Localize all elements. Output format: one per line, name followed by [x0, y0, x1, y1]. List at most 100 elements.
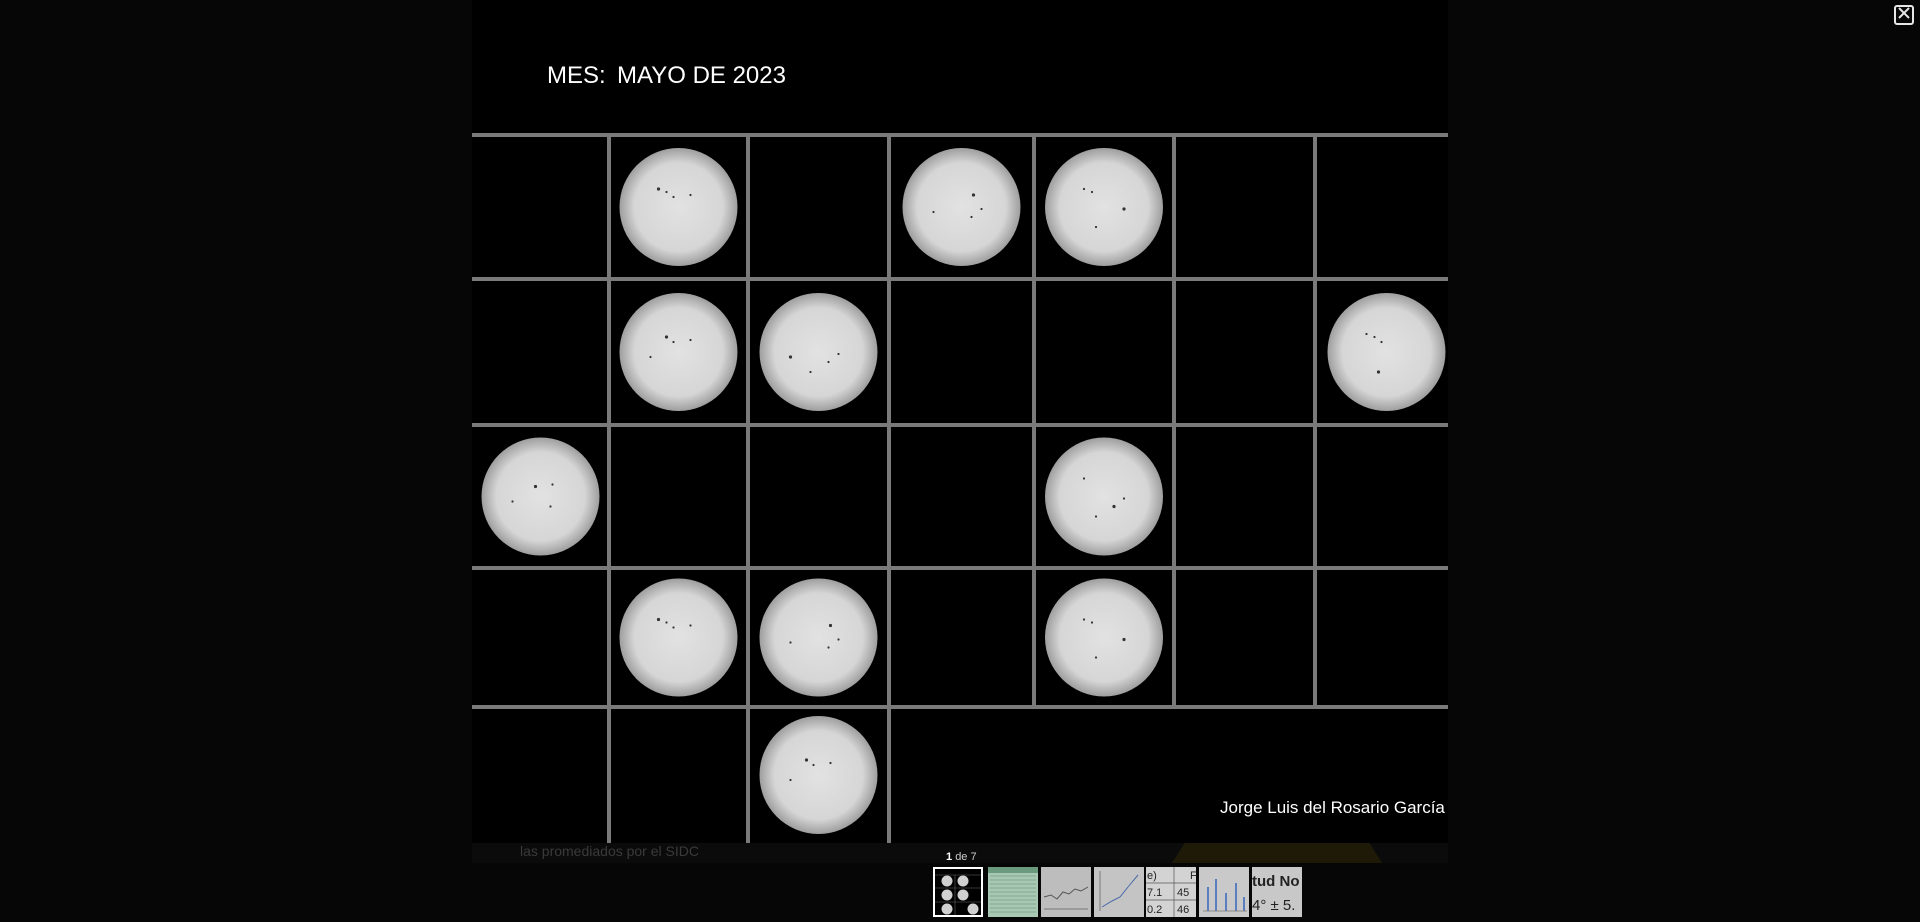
- sun-disk: [619, 148, 738, 266]
- sunspot: [932, 210, 935, 214]
- sun-disk: [759, 578, 878, 697]
- sunspot: [549, 505, 552, 508]
- sunspot: [1094, 225, 1098, 229]
- sunspot: [1094, 515, 1098, 518]
- sunspot: [664, 335, 669, 339]
- sunspot: [665, 190, 668, 194]
- sun-disk: [619, 293, 738, 411]
- svg-text:7.1: 7.1: [1147, 887, 1162, 899]
- sunspot: [827, 646, 830, 649]
- sun-disk: [1327, 293, 1446, 411]
- thumbnail-sun-grid[interactable]: [933, 867, 983, 917]
- sunspot: [980, 207, 983, 211]
- sun-disk: [759, 716, 878, 834]
- sunspot: [1082, 187, 1086, 191]
- sunspot: [812, 763, 815, 767]
- sunspot: [827, 360, 830, 364]
- svg-text:tud No: tud No: [1252, 873, 1299, 890]
- sunspot: [689, 338, 692, 342]
- sunspot: [533, 484, 538, 489]
- sunspot: [1094, 656, 1098, 659]
- sunspot: [1122, 637, 1126, 642]
- sunspot: [789, 778, 792, 782]
- sunspot: [672, 340, 675, 344]
- svg-text:F: F: [1190, 870, 1196, 882]
- sunspot: [788, 355, 793, 359]
- sunspot: [971, 193, 976, 197]
- sunspot: [804, 758, 809, 762]
- lightbox-overlay: MES: MAYO DE 2023 Jorge Luis del Rosario…: [0, 0, 1920, 922]
- sun-image: [759, 716, 878, 834]
- sun-disk: [902, 148, 1021, 266]
- sunspot: [649, 355, 652, 359]
- thumbnail-line-chart[interactable]: [1094, 867, 1144, 917]
- sunspot: [551, 483, 554, 486]
- sunspot: [665, 621, 668, 624]
- sunspot: [1380, 340, 1383, 344]
- sunspot: [1373, 335, 1376, 339]
- sunspot: [1090, 621, 1094, 624]
- svg-text:46: 46: [1177, 904, 1189, 916]
- counter-separator: de: [955, 851, 968, 863]
- sunspot: [656, 617, 661, 622]
- sun-image: [902, 148, 1021, 266]
- close-button[interactable]: [1894, 5, 1914, 25]
- counter-total: 7: [970, 851, 977, 863]
- sun-disk: [759, 293, 878, 411]
- svg-text:0.2: 0.2: [1147, 904, 1162, 916]
- calendar-grid: [472, 133, 1448, 843]
- image-credit: Jorge Luis del Rosario García: [1220, 798, 1445, 817]
- sunspot: [1082, 477, 1086, 480]
- background-page-text: las promediados por el SIDC: [520, 843, 699, 859]
- sun-disk: [481, 437, 600, 556]
- sun-image: [1045, 578, 1163, 697]
- close-icon: [1897, 6, 1911, 25]
- sunspot: [511, 500, 514, 503]
- sunspot: [1376, 370, 1381, 374]
- sun-image: [1327, 293, 1446, 411]
- sun-image: [619, 578, 738, 697]
- sun-disk: [1045, 148, 1163, 266]
- sun-image: [1045, 437, 1163, 556]
- thumbnail-bar-chart[interactable]: [1199, 867, 1249, 917]
- thumbnail-green-table[interactable]: [988, 867, 1038, 917]
- sun-disk: [1045, 437, 1163, 556]
- sun-image: [619, 148, 738, 266]
- sunspot: [1122, 207, 1126, 211]
- sunspot: [970, 215, 973, 219]
- sun-image: [481, 437, 600, 556]
- sun-image: [759, 578, 878, 697]
- sunspot: [689, 624, 692, 627]
- month-value: MAYO DE 2023: [617, 62, 786, 89]
- month-prefix: MES:: [547, 62, 606, 89]
- thumbnail-data-table[interactable]: e) F 7.1 45 0.2 46: [1146, 867, 1196, 917]
- sunspot: [672, 626, 675, 629]
- sunspot: [656, 187, 661, 191]
- sunspot: [837, 352, 840, 356]
- background-page-block: [1172, 843, 1382, 863]
- sunspot: [1082, 618, 1086, 621]
- sun-image: [619, 293, 738, 411]
- thumbnail-gray-chart[interactable]: [1041, 867, 1091, 917]
- main-image: MES: MAYO DE 2023 Jorge Luis del Rosario…: [472, 0, 1448, 843]
- svg-text:e): e): [1147, 870, 1157, 882]
- sunspot: [789, 641, 792, 644]
- sun-disk: [619, 578, 738, 697]
- sunspot: [809, 370, 812, 374]
- sunspot: [672, 195, 675, 199]
- sunspot: [1122, 497, 1126, 500]
- svg-text:4° ± 5.: 4° ± 5.: [1252, 897, 1295, 914]
- counter-current: 1: [946, 851, 953, 863]
- thumbnail-text-slide[interactable]: tud No 4° ± 5.: [1252, 867, 1302, 917]
- sun-image: [759, 293, 878, 411]
- sunspot: [1365, 332, 1368, 336]
- sunspot: [689, 193, 692, 197]
- sunspot: [837, 638, 840, 641]
- sun-image: [1045, 148, 1163, 266]
- sunspot: [828, 623, 833, 628]
- sun-disk: [1045, 578, 1163, 697]
- image-counter: 1 de 7: [946, 851, 977, 863]
- sunspot: [1112, 504, 1116, 509]
- svg-text:45: 45: [1177, 887, 1189, 899]
- sunspot: [829, 761, 832, 765]
